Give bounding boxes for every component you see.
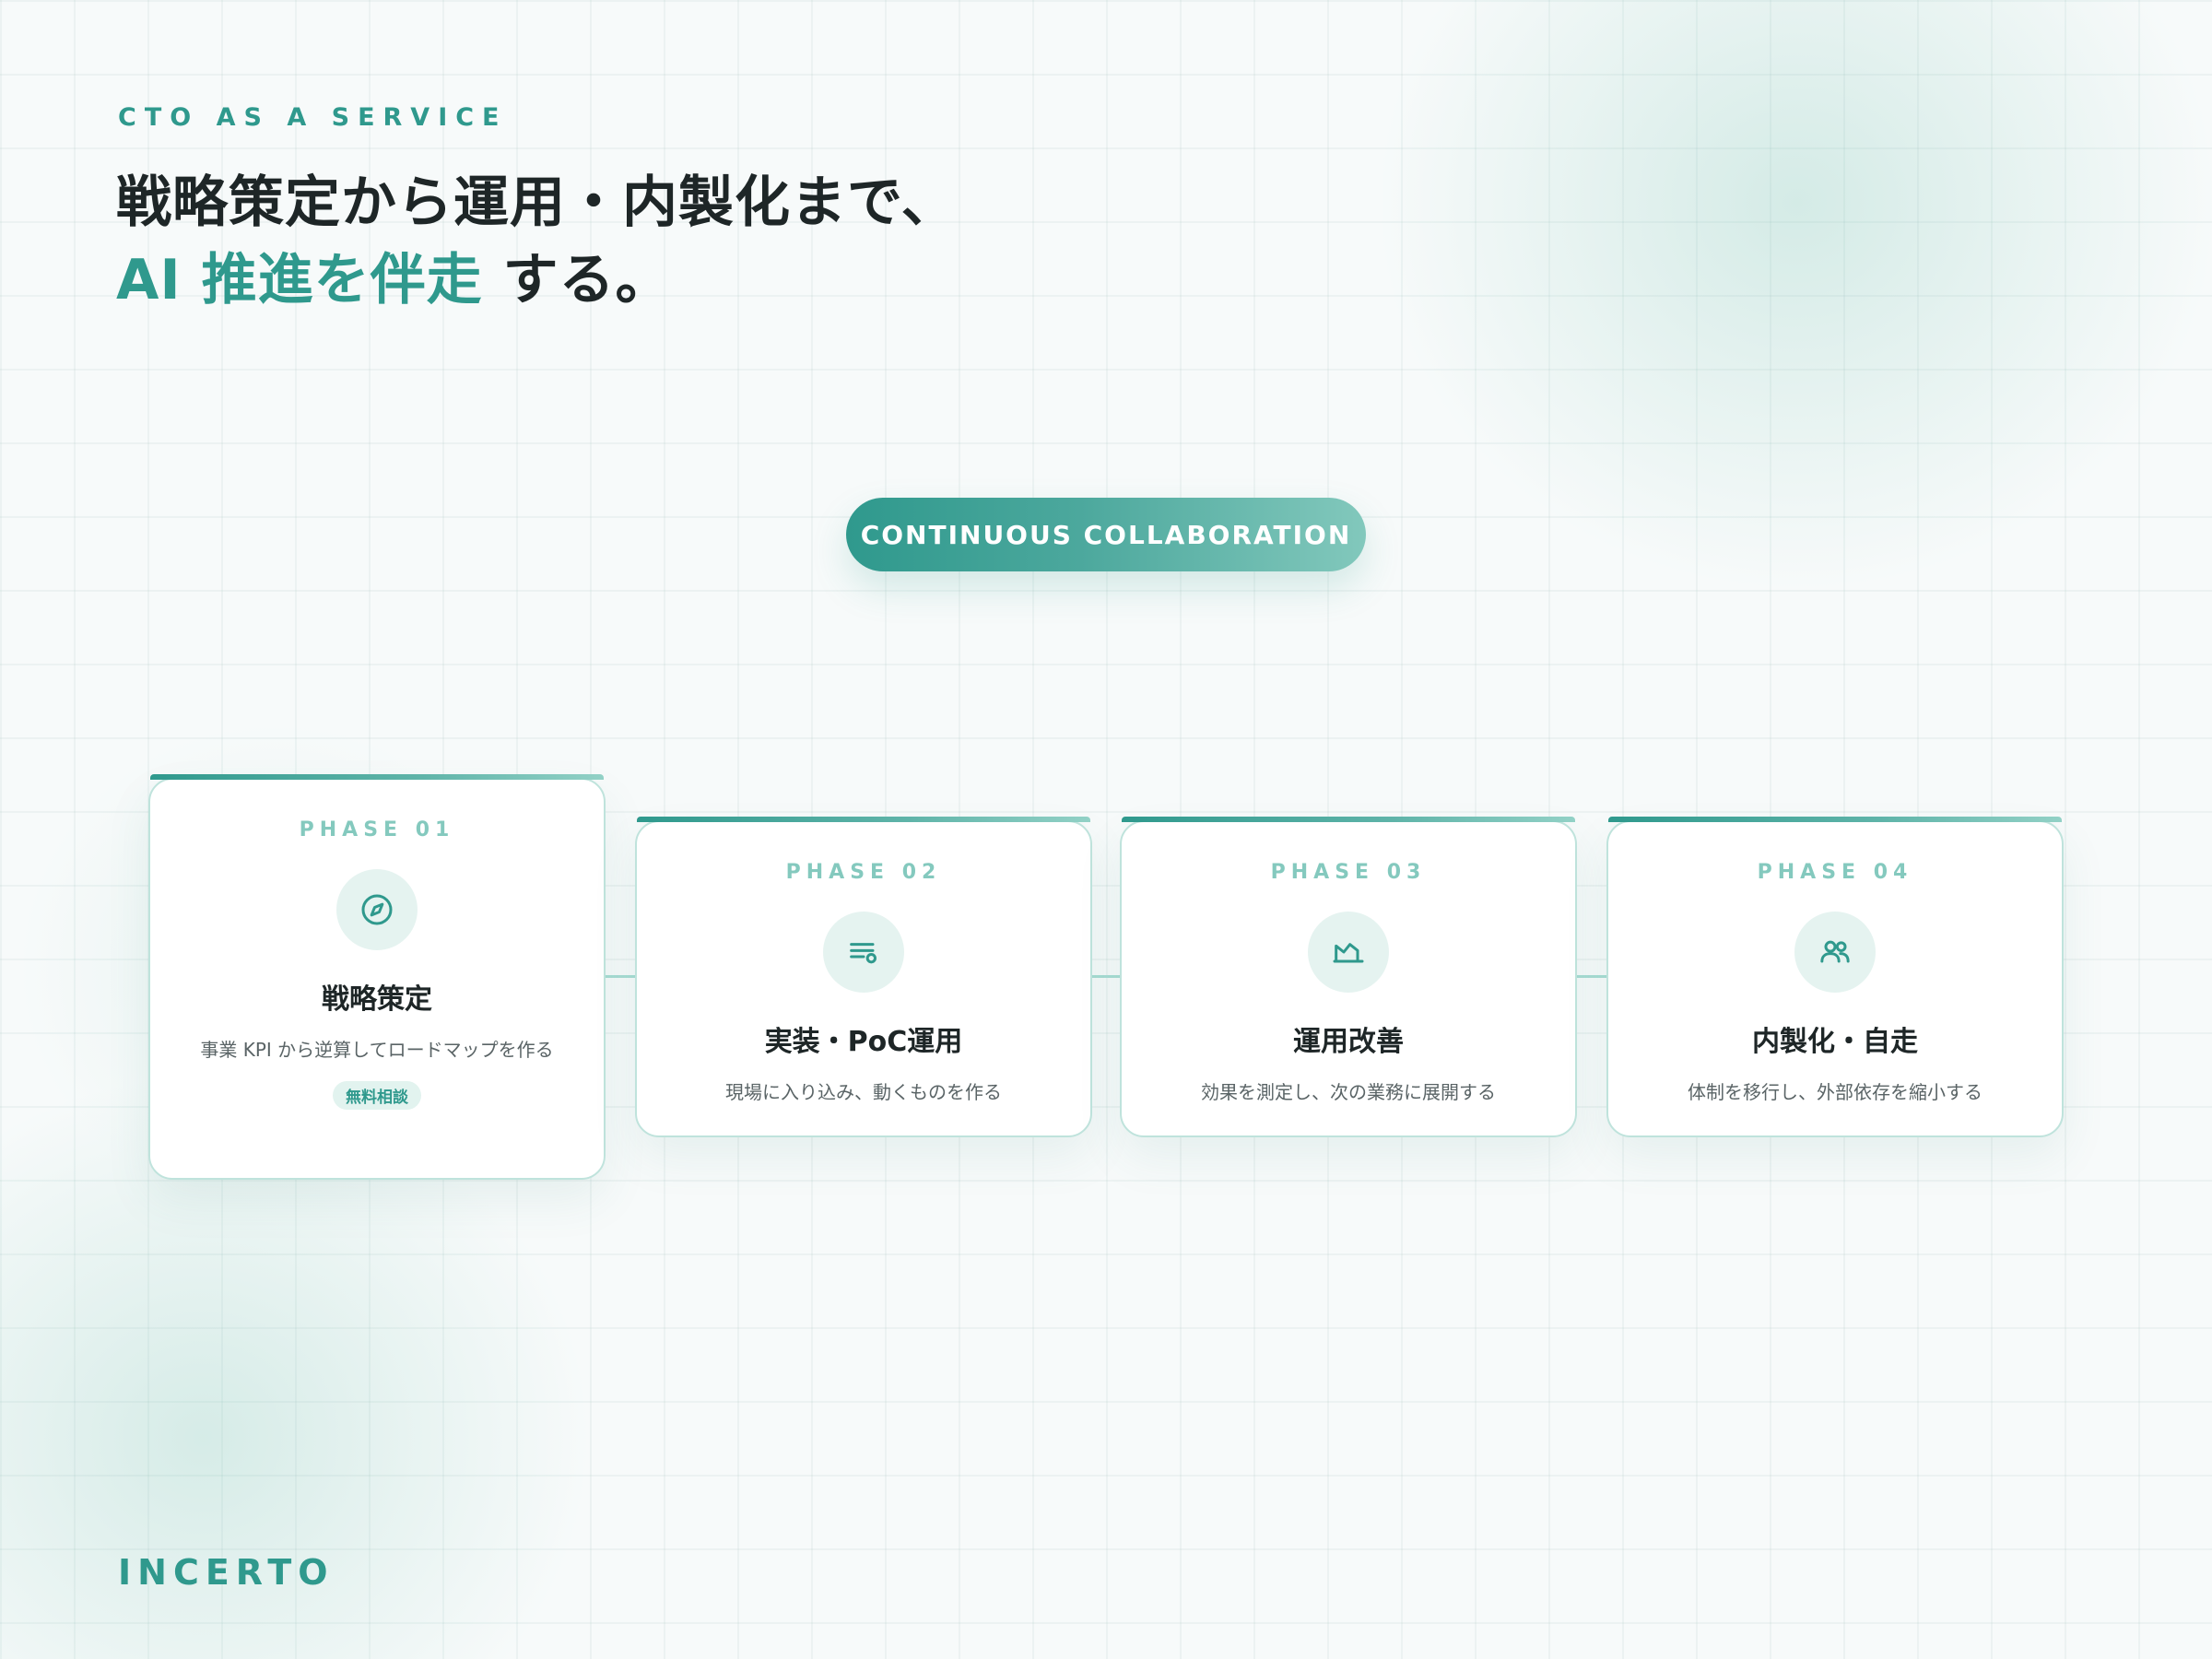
connector-3-4 bbox=[1575, 975, 1608, 978]
free-consultation-badge: 無料相談 bbox=[333, 1081, 421, 1110]
phase-card-2[interactable]: PHASE 02 実装・PoC運用 現場に入り込み、動くものを作る bbox=[635, 817, 1092, 1137]
users-icon bbox=[1794, 912, 1876, 993]
phase-card-4[interactable]: PHASE 04 内製化・自走 体制を移行し、外部依存を縮小する bbox=[1606, 817, 2064, 1137]
phase-label: PHASE 02 bbox=[785, 861, 942, 884]
brand-logo: INCERTO bbox=[118, 1552, 335, 1593]
phase-description: 事業 KPI から逆算してロードマップを作る bbox=[200, 1039, 554, 1061]
phase-title: 運用改善 bbox=[1293, 1026, 1404, 1058]
card-top-accent bbox=[637, 817, 1090, 822]
phase-card-1[interactable]: PHASE 01 戦略策定 事業 KPI から逆算してロードマップを作る 無料相… bbox=[148, 774, 606, 1180]
chart-area-icon bbox=[1308, 912, 1389, 993]
card-top-accent bbox=[1122, 817, 1575, 822]
headline-line-2: AI 推進を伴走 する。 bbox=[116, 241, 958, 319]
phase-title: 戦略策定 bbox=[322, 983, 432, 1016]
phase-title: 実装・PoC運用 bbox=[764, 1026, 963, 1058]
headline-accent: AI 推進を伴走 bbox=[116, 248, 483, 312]
phase-card-3[interactable]: PHASE 03 運用改善 効果を測定し、次の業務に展開する bbox=[1120, 817, 1577, 1137]
phase-description: 体制を移行し、外部依存を縮小する bbox=[1688, 1081, 1983, 1103]
eyebrow-label: CTO AS A SERVICE bbox=[118, 103, 508, 132]
phase-description: 現場に入り込み、動くものを作る bbox=[725, 1081, 1002, 1103]
page-headline: 戦略策定から運用・内製化まで、 AI 推進を伴走 する。 bbox=[116, 164, 958, 319]
phase-description: 効果を測定し、次の業務に展開する bbox=[1201, 1081, 1496, 1103]
card-top-accent bbox=[150, 774, 604, 780]
list-settings-icon bbox=[823, 912, 904, 993]
card-top-accent bbox=[1608, 817, 2062, 822]
continuous-collaboration-badge: CONTINUOUS COLLABORATION bbox=[846, 498, 1366, 571]
phase-label: PHASE 04 bbox=[1757, 861, 1913, 884]
connector-2-3 bbox=[1090, 975, 1122, 978]
phase-label: PHASE 03 bbox=[1270, 861, 1427, 884]
headline-line-1: 戦略策定から運用・内製化まで、 bbox=[116, 171, 958, 235]
headline-tail: する。 bbox=[482, 248, 672, 312]
phase-label: PHASE 01 bbox=[299, 818, 455, 841]
compass-icon bbox=[336, 869, 418, 950]
phase-title: 内製化・自走 bbox=[1752, 1026, 1918, 1058]
connector-1-2 bbox=[604, 975, 637, 978]
